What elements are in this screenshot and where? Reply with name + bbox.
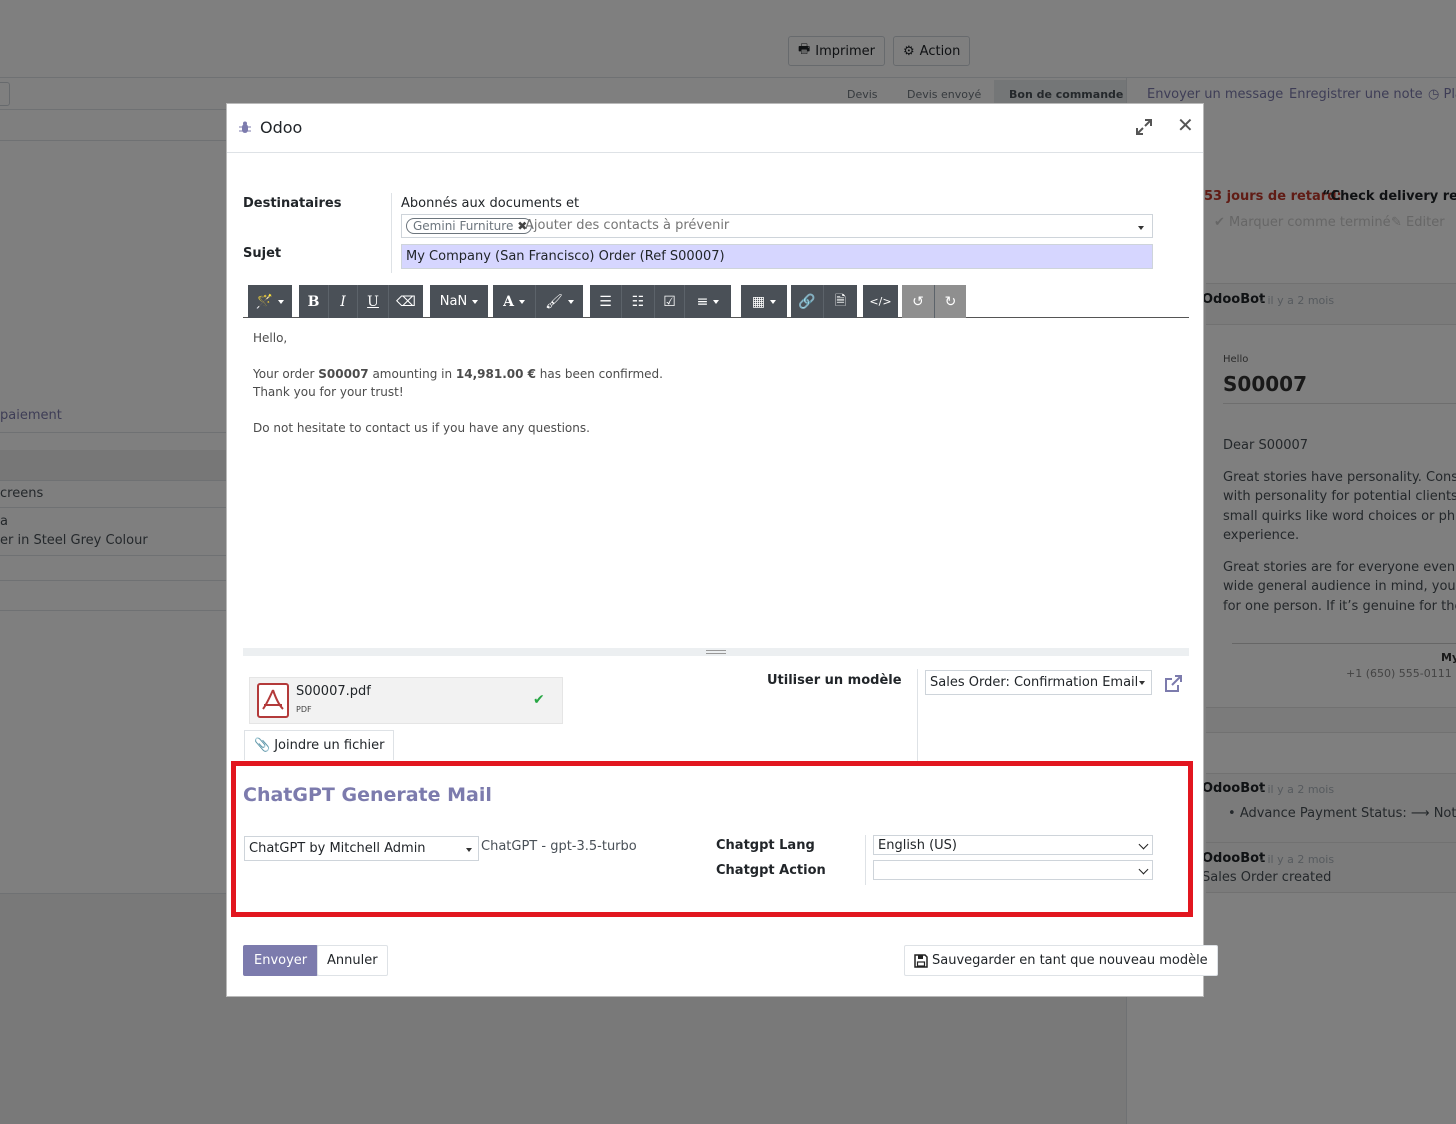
attachment-card[interactable]: S00007.pdf PDF ✔: [249, 677, 563, 724]
body-order-line: Your order S00007 amounting in 14,981.00…: [253, 367, 663, 381]
toolbar-group-table: ▦: [741, 285, 787, 318]
paperclip-icon: 📎: [254, 738, 271, 753]
attachment-name: S00007.pdf: [296, 684, 371, 699]
chatgpt-title: ChatGPT Generate Mail: [243, 784, 492, 806]
body-thanks: Thank you for your trust!: [253, 385, 404, 399]
bold-button[interactable]: B: [299, 285, 329, 318]
underline-button[interactable]: U: [358, 285, 389, 318]
code-icon: </>: [869, 295, 892, 308]
link-button[interactable]: 🔗: [791, 285, 824, 318]
partner-input[interactable]: [525, 218, 1125, 233]
subject-input[interactable]: [401, 244, 1153, 269]
mail-body-editor[interactable]: Hello, Your order S00007 amounting in 14…: [243, 318, 1189, 648]
align-left-icon: ≡: [696, 293, 709, 310]
partner-field[interactable]: Gemini Furniture ✖: [401, 214, 1153, 238]
pdf-icon: [257, 683, 289, 718]
toolbar-group-lists: ☰ ☷ ☑ ≡: [590, 285, 731, 318]
font-size-button[interactable]: NaN: [430, 285, 488, 318]
image-file-icon: 🗎: [834, 292, 847, 309]
brush-icon: 🖌: [545, 293, 563, 310]
list-ul-icon: ☰: [599, 293, 612, 310]
highlight-color-button[interactable]: 🖌: [536, 285, 583, 318]
expand-icon[interactable]: [1135, 118, 1153, 136]
text-color-button[interactable]: A: [493, 285, 536, 318]
recipients-label: Destinataires: [243, 196, 342, 211]
editor-toolbar: 🪄 B I U ⌫ NaN A 🖌 ☰ ☷ ☑ ≡ ▦ 🔗 🗎 </> ↺ ↻: [243, 282, 1189, 318]
media-button[interactable]: 🗎: [824, 285, 857, 318]
chatgpt-action-label: Chatgpt Action: [716, 863, 826, 878]
link-icon: 🔗: [798, 293, 816, 310]
chatgpt-action-select[interactable]: [873, 860, 1153, 880]
toolbar-group-code: </>: [863, 285, 898, 318]
body-order-amount: 14,981.00 €: [455, 367, 536, 381]
code-view-button[interactable]: </>: [863, 285, 898, 318]
floppy-disk-icon: [914, 953, 928, 968]
dropdown-caret-icon: [466, 848, 472, 852]
close-icon[interactable]: ✕: [1177, 115, 1194, 135]
bug-icon[interactable]: [239, 121, 251, 135]
template-select[interactable]: Sales Order: Confirmation Email: [925, 670, 1152, 695]
toolbar-group-history: ↺ ↻: [902, 285, 966, 318]
eraser-icon: ⌫: [396, 293, 416, 310]
save-as-template-button[interactable]: Sauvegarder en tant que nouveau modèle: [904, 945, 1218, 976]
body-hello: Hello,: [253, 331, 288, 345]
italic-button[interactable]: I: [329, 285, 358, 318]
checklist-button[interactable]: ☑: [655, 285, 685, 318]
chatgpt-account-select[interactable]: ChatGPT by Mitchell Admin: [244, 836, 479, 861]
numbered-list-button[interactable]: ☷: [622, 285, 655, 318]
checkbox-icon: ☑: [663, 293, 676, 310]
eraser-button[interactable]: ⌫: [389, 285, 423, 318]
table-button[interactable]: ▦: [741, 285, 787, 318]
undo-icon: ↺: [912, 293, 924, 310]
body-order-ref: S00007: [318, 367, 369, 381]
toolbar-group-style: 🪄: [248, 285, 292, 318]
text-color-icon: A: [503, 293, 514, 310]
followers-text: Abonnés aux documents et: [401, 196, 580, 211]
partner-tag: Gemini Furniture ✖: [406, 218, 533, 234]
subject-label: Sujet: [243, 246, 282, 261]
list-ol-icon: ☷: [631, 293, 645, 310]
undo-button[interactable]: ↺: [902, 285, 935, 318]
magic-wand-icon: 🪄: [255, 293, 274, 310]
dropdown-caret-icon[interactable]: [1138, 226, 1144, 230]
check-icon: ✔: [533, 692, 545, 708]
cancel-button[interactable]: Annuler: [317, 945, 388, 976]
send-button[interactable]: Envoyer: [243, 945, 319, 976]
toolbar-group-size: NaN: [430, 285, 488, 318]
chatgpt-lang-select[interactable]: English (US): [873, 835, 1153, 855]
redo-icon: ↻: [944, 293, 957, 310]
chevron-down-icon: [1138, 864, 1149, 875]
dropdown-caret-icon: [1139, 681, 1145, 685]
redo-button[interactable]: ↻: [935, 285, 966, 318]
mail-composer-dialog: Odoo ✕ Destinataires Sujet Abonnés aux d…: [226, 103, 1218, 997]
align-button[interactable]: ≡: [685, 285, 731, 318]
attachment-type: PDF: [296, 705, 312, 714]
modal-title: Odoo: [260, 118, 303, 137]
body-contact: Do not hesitate to contact us if you hav…: [253, 421, 590, 435]
chatgpt-model-text: ChatGPT - gpt-3.5-turbo: [481, 839, 637, 854]
modal-header: Odoo ✕: [227, 104, 1203, 153]
toolbar-group-insert: 🔗 🗎: [791, 285, 857, 318]
toolbar-group-font: B I U ⌫: [299, 285, 423, 318]
attach-file-button[interactable]: 📎 Joindre un fichier: [244, 730, 395, 760]
toolbar-group-color: A 🖌: [493, 285, 583, 318]
magic-style-button[interactable]: 🪄: [248, 285, 292, 318]
chatgpt-lang-label: Chatgpt Lang: [716, 838, 815, 853]
chevron-down-icon: [1138, 839, 1149, 850]
bullet-list-button[interactable]: ☰: [590, 285, 622, 318]
template-label: Utiliser un modèle: [767, 673, 902, 688]
table-icon: ▦: [751, 293, 766, 310]
external-link-icon[interactable]: [1163, 674, 1183, 694]
editor-resize-handle[interactable]: [243, 648, 1189, 656]
